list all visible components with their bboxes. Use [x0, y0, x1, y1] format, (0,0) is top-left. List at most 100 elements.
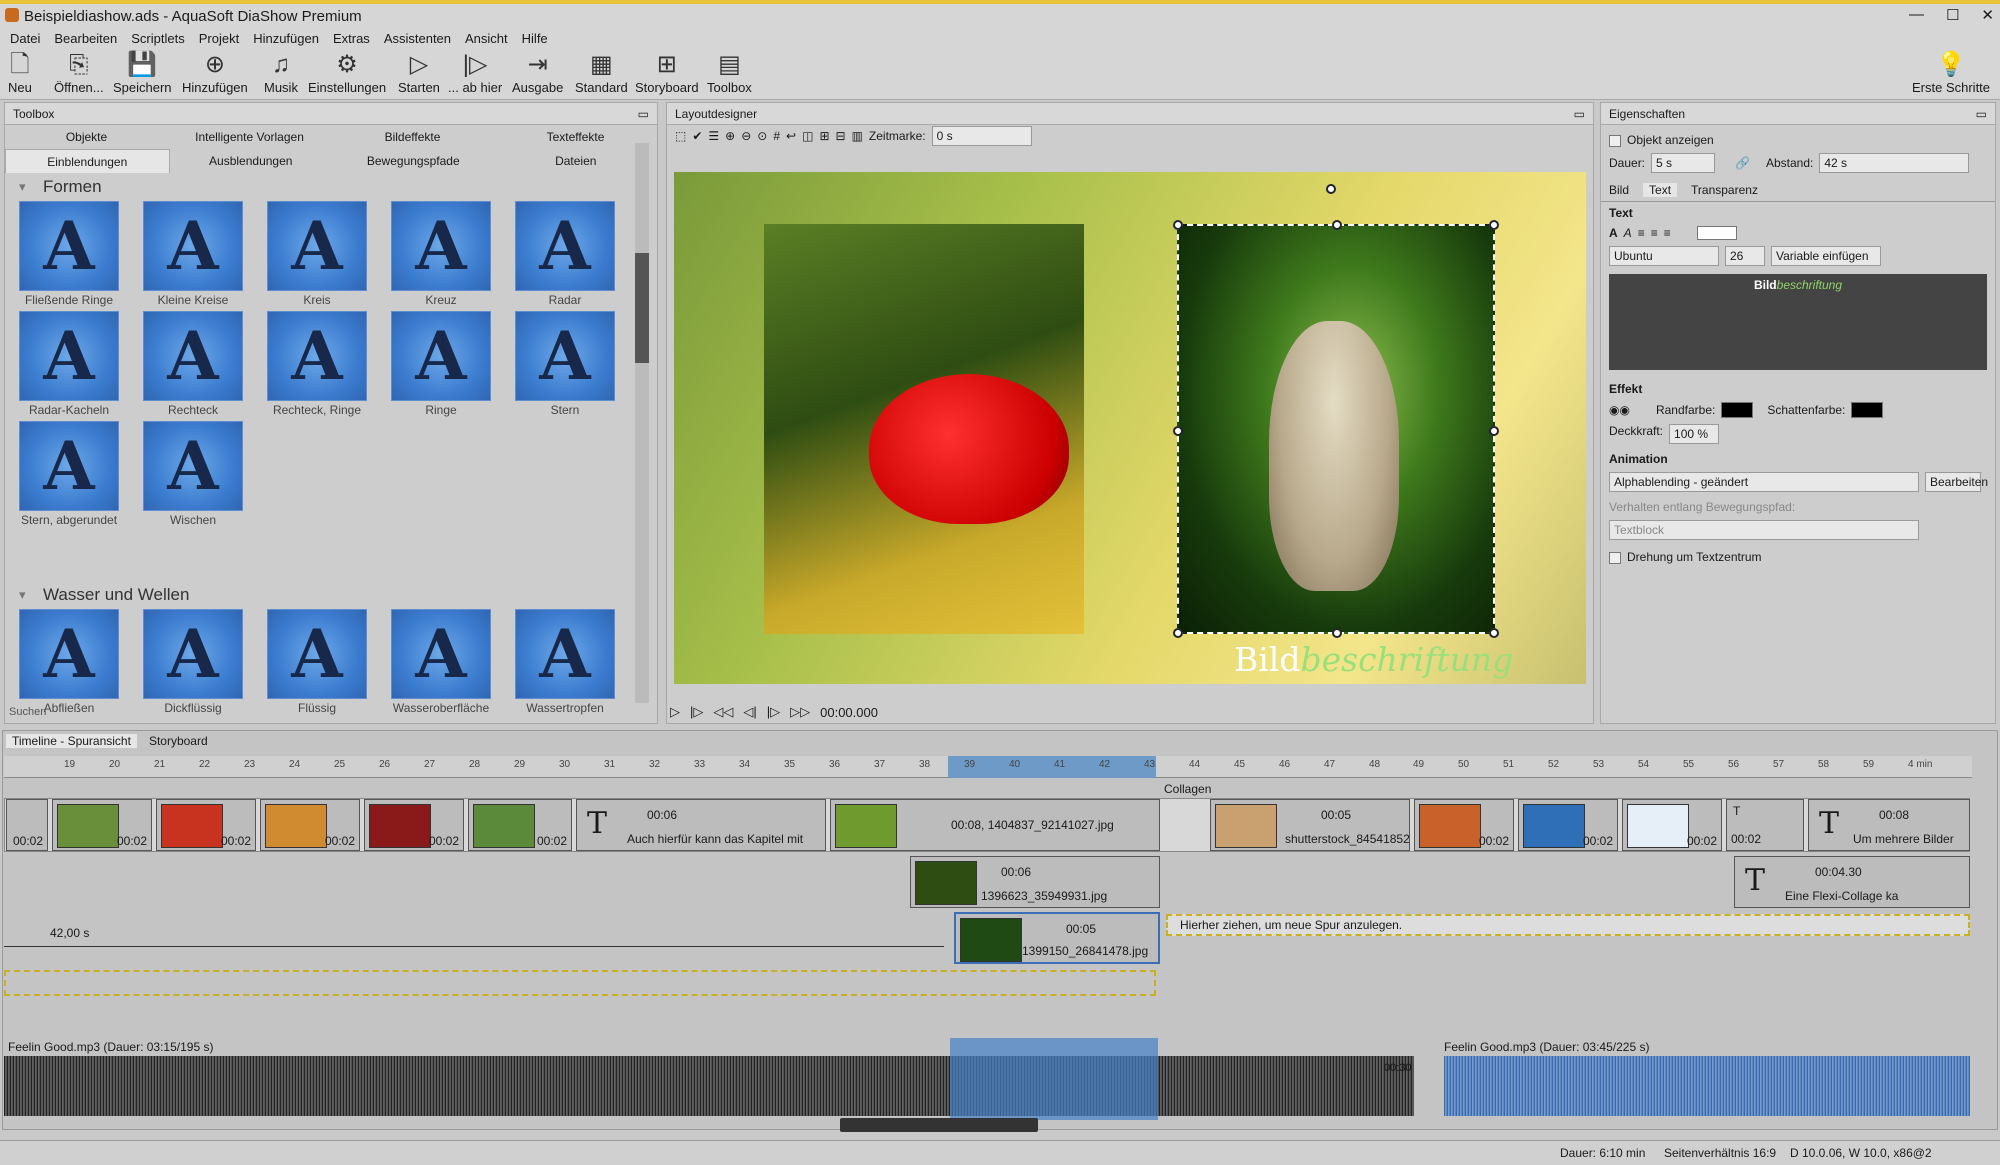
transition-dickfluessig[interactable]: A Dickflüssig: [143, 609, 243, 719]
selected-clip[interactable]: 00:05 1399150_26841478.jpg: [954, 912, 1160, 964]
add-object-icon[interactable]: ⊞: [819, 129, 829, 143]
rotate-checkbox[interactable]: [1609, 551, 1621, 564]
menu-projekt[interactable]: Projekt: [199, 31, 239, 46]
opacity-field[interactable]: 100 %: [1669, 424, 1720, 444]
resize-handle[interactable]: [1332, 628, 1342, 638]
text-clip[interactable]: T 00:06 Auch hierfür kann das Kapitel mit: [576, 799, 826, 851]
settings-button[interactable]: ⚙ Einstellungen: [308, 50, 386, 95]
minimize-panel-icon[interactable]: ▭: [1574, 103, 1585, 125]
start-button[interactable]: ▷ Starten: [398, 50, 440, 95]
transition-radar-kacheln[interactable]: A Radar-Kacheln: [19, 311, 119, 421]
tab-spuransicht[interactable]: Timeline - Spuransicht: [6, 734, 137, 748]
list-icon[interactable]: ☰: [708, 129, 719, 143]
transition-kreis[interactable]: A Kreis: [267, 201, 367, 311]
owl-image-selected[interactable]: [1173, 220, 1499, 638]
transition-stern[interactable]: A Stern: [515, 311, 615, 421]
bold-icon[interactable]: A: [1609, 226, 1618, 240]
music-button[interactable]: ♫ Musik: [264, 50, 298, 95]
scroll-thumb[interactable]: [635, 253, 649, 363]
tab-einblendungen[interactable]: Einblendungen: [5, 149, 170, 173]
layout-canvas[interactable]: Bildbeschriftung: [674, 172, 1586, 684]
align-right-icon[interactable]: ≡: [1664, 226, 1671, 240]
color-swatch[interactable]: [1696, 226, 1737, 240]
collage-clip[interactable]: 00:05 shutterstock_84541852: [1210, 799, 1410, 851]
minimize-panel-icon[interactable]: ▭: [1976, 103, 1987, 125]
image-caption[interactable]: Bildbeschriftung: [1234, 640, 1513, 679]
remove-object-icon[interactable]: ⊟: [836, 129, 846, 143]
link-icon[interactable]: 🔗: [1735, 156, 1750, 170]
output-button[interactable]: ⇥ Ausgabe: [512, 50, 563, 95]
edit-animation-button[interactable]: Bearbeiten: [1925, 472, 1988, 492]
border-color-swatch[interactable]: [1721, 402, 1754, 418]
timeline-clip[interactable]: 00:02: [1518, 799, 1618, 851]
menu-hilfe[interactable]: Hilfe: [522, 31, 548, 46]
section-formen[interactable]: Formen: [5, 173, 657, 201]
transition-kleine-kreise[interactable]: A Kleine Kreise: [143, 201, 243, 311]
transition-abfliessen[interactable]: A Abfließen: [19, 609, 119, 719]
horizontal-scroll-thumb[interactable]: [840, 1118, 1038, 1132]
camera-icon[interactable]: ◫: [802, 129, 813, 143]
open-button[interactable]: ⎘ Öffnen...: [54, 50, 104, 95]
maximize-button[interactable]: ☐: [1946, 6, 1959, 24]
toolbox-view-button[interactable]: ▤ Toolbox: [707, 50, 752, 95]
text-preview[interactable]: Bildbeschriftung: [1609, 274, 1987, 370]
align-left-icon[interactable]: ≡: [1638, 226, 1645, 240]
timeline-clip[interactable]: 00:02: [1622, 799, 1722, 851]
transition-wischen[interactable]: A Wischen: [143, 421, 243, 531]
audio-waveform-1[interactable]: [4, 1056, 1414, 1116]
forward-icon[interactable]: ▷▷: [790, 704, 810, 720]
transition-fluessig[interactable]: A Flüssig: [267, 609, 367, 719]
tab-intelligente-vorlagen[interactable]: Intelligente Vorlagen: [168, 125, 331, 149]
search-label[interactable]: Suchen: [9, 706, 46, 718]
shadow-color-swatch[interactable]: [1851, 402, 1884, 418]
next-icon[interactable]: |▷: [767, 704, 780, 720]
transition-ringe[interactable]: A Ringe: [391, 311, 491, 421]
rewind-icon[interactable]: ◁◁: [713, 704, 733, 720]
prev-icon[interactable]: ◁|: [743, 704, 756, 720]
save-button[interactable]: 💾 Speichern: [113, 50, 172, 95]
tab-storyboard[interactable]: Storyboard: [149, 734, 208, 748]
text-clip[interactable]: T 00:02: [1726, 799, 1804, 851]
timeline-clip[interactable]: 00:06 1396623_35949931.jpg: [910, 856, 1160, 908]
menu-ansicht[interactable]: Ansicht: [465, 31, 508, 46]
timeline-clip[interactable]: 00:02: [1414, 799, 1514, 851]
transition-kreuz[interactable]: A Kreuz: [391, 201, 491, 311]
tab-bewegungspfade[interactable]: Bewegungspfade: [332, 149, 495, 173]
timeline-clip[interactable]: 00:02: [6, 799, 48, 851]
new-track-dropzone[interactable]: Hierher ziehen, um neue Spur anzulegen.: [1166, 914, 1970, 936]
interval-field[interactable]: 42 s: [1819, 153, 1970, 173]
resize-handle[interactable]: [1173, 220, 1183, 230]
size-select[interactable]: 26: [1725, 246, 1765, 266]
timeline-ruler[interactable]: 19 20 21 22 23 24 25 26 27 28 29 30 31 32 33 34 35 36 37 38…: [4, 756, 1972, 778]
play-from-icon[interactable]: |▷: [690, 704, 703, 720]
path-behavior-select[interactable]: Textblock: [1609, 520, 1919, 540]
play-icon[interactable]: ▷: [670, 704, 680, 720]
italic-icon[interactable]: A: [1624, 226, 1632, 240]
timestamp-field[interactable]: 0 s: [931, 126, 1032, 146]
timeline-clip[interactable]: 00:02: [468, 799, 572, 851]
audio-waveform-2[interactable]: [1444, 1056, 1970, 1116]
show-object-checkbox[interactable]: [1609, 134, 1621, 147]
variable-select[interactable]: Variable einfügen: [1771, 246, 1881, 266]
effect-icon[interactable]: ◉◉: [1609, 403, 1630, 417]
resize-handle[interactable]: [1489, 628, 1499, 638]
menu-hinzufuegen[interactable]: Hinzufügen: [253, 31, 319, 46]
section-wasser-und-wellen[interactable]: Wasser und Wellen: [5, 581, 657, 609]
transition-wasseroberflaeche[interactable]: A Wasseroberfläche: [391, 609, 491, 719]
resize-handle[interactable]: [1173, 426, 1183, 436]
storyboard-view-button[interactable]: ⊞ Storyboard: [635, 50, 699, 95]
align-center-icon[interactable]: ≡: [1651, 226, 1658, 240]
path-icon[interactable]: ↩: [786, 129, 796, 143]
empty-dropzone[interactable]: [4, 970, 1156, 996]
menu-bearbeiten[interactable]: Bearbeiten: [54, 31, 117, 46]
transition-stern-abgerundet[interactable]: A Stern, abgerundet: [19, 421, 119, 531]
tab-transparenz[interactable]: Transparenz: [1691, 183, 1758, 197]
align-icon[interactable]: ▥: [852, 129, 863, 143]
tab-dateien[interactable]: Dateien: [495, 149, 658, 173]
menu-extras[interactable]: Extras: [333, 31, 370, 46]
font-select[interactable]: Ubuntu: [1609, 246, 1719, 266]
duration-field[interactable]: 5 s: [1651, 153, 1716, 173]
tab-ausblendungen[interactable]: Ausblendungen: [170, 149, 333, 173]
transition-fliessende-ringe[interactable]: A Fließende Ringe: [19, 201, 119, 311]
menu-assistenten[interactable]: Assistenten: [384, 31, 451, 46]
